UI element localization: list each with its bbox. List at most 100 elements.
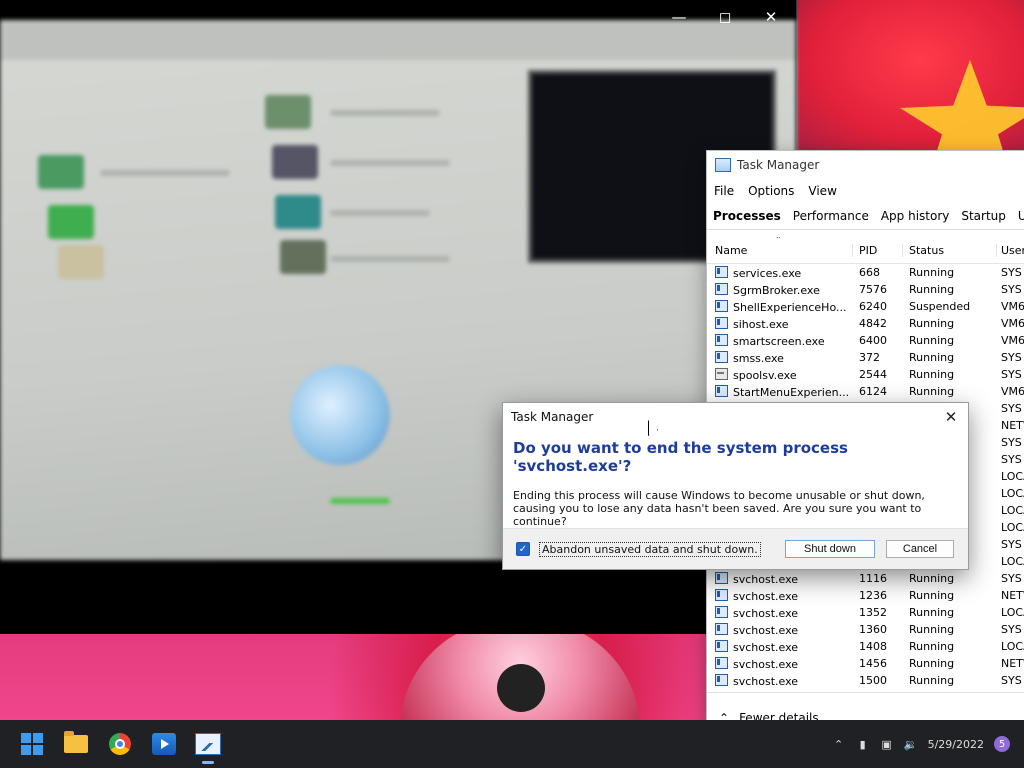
taskbar-date[interactable]: 5/29/2022	[928, 738, 984, 751]
process-name-cell: sihost.exe	[707, 316, 853, 331]
process-user: SYS	[1001, 402, 1022, 415]
video-thumbnail	[280, 240, 326, 274]
process-name-cell: svchost.exe	[707, 588, 853, 603]
table-row[interactable]: smartscreen.exe 6400 Running VM6	[707, 332, 1024, 349]
process-user: LOCA	[1001, 606, 1024, 619]
process-user: SYS	[1001, 572, 1022, 585]
maximize-icon[interactable]: ◻	[702, 0, 748, 34]
abandon-data-checkbox-label[interactable]: Abandon unsaved data and shut down.	[539, 541, 761, 557]
task-manager-icon[interactable]	[186, 722, 230, 766]
process-status: Running	[909, 317, 955, 330]
process-name: svchost.exe	[733, 640, 799, 654]
process-user: SYS	[1001, 436, 1022, 449]
chrome-icon[interactable]	[98, 722, 142, 766]
process-pid: 1500	[859, 674, 887, 687]
close-icon[interactable]: ✕	[940, 407, 962, 427]
table-row[interactable]: svchost.exe 1456 Running NETW	[707, 655, 1024, 672]
table-row[interactable]: ShellExperienceHo... 6240 Suspended VM6	[707, 298, 1024, 315]
abandon-data-checkbox[interactable]: ✓	[516, 542, 530, 556]
volume-icon[interactable]: 🔉	[904, 738, 918, 751]
process-user: LOCA	[1001, 470, 1024, 483]
process-status: Running	[909, 589, 955, 602]
windows-start-icon[interactable]	[10, 722, 54, 766]
table-row[interactable]: svchost.exe 1408 Running LOCA	[707, 638, 1024, 655]
close-icon[interactable]: ✕	[748, 0, 794, 34]
tab-performance[interactable]: Performance	[787, 203, 875, 229]
column-header-pid[interactable]: PID	[853, 243, 903, 257]
process-name-cell: smss.exe	[707, 350, 853, 365]
end-process-dialog[interactable]: Task Manager ✕ Do you want to end the sy…	[502, 402, 969, 570]
table-row[interactable]: StartMenuExperien... 6124 Running VM6	[707, 383, 1024, 400]
process-name-cell: svchost.exe	[707, 571, 853, 586]
minimize-icon[interactable]: —	[656, 0, 702, 34]
file-explorer-icon[interactable]	[54, 722, 98, 766]
menu-options[interactable]: Options	[748, 184, 794, 198]
dialog-title: Task Manager	[511, 410, 594, 424]
video-thumbnail	[265, 95, 311, 129]
tab-processes[interactable]: Processes	[707, 203, 787, 229]
process-pid: 1360	[859, 623, 887, 636]
process-status: Running	[909, 657, 955, 670]
video-thumbnail	[38, 155, 84, 189]
task-manager-menubar: File Options View	[707, 179, 1024, 203]
network-icon[interactable]: ▣	[880, 738, 894, 751]
process-pid: 372	[859, 351, 880, 364]
process-name: svchost.exe	[733, 572, 799, 586]
menu-view[interactable]: View	[808, 184, 836, 198]
process-name: spoolsv.exe	[733, 368, 797, 382]
process-icon	[715, 639, 728, 652]
table-row[interactable]: spoolsv.exe 2544 Running SYS	[707, 366, 1024, 383]
process-status: Running	[909, 385, 955, 398]
dialog-titlebar[interactable]: Task Manager ✕	[503, 403, 968, 431]
process-status: Running	[909, 368, 955, 381]
process-name-cell: svchost.exe	[707, 622, 853, 637]
process-icon	[715, 656, 728, 669]
process-icon	[715, 605, 728, 618]
process-pid: 1116	[859, 572, 887, 585]
process-user: LOCA	[1001, 555, 1024, 568]
process-status: Running	[909, 351, 955, 364]
table-row[interactable]: services.exe 668 Running SYS	[707, 264, 1024, 281]
cancel-button[interactable]: Cancel	[886, 540, 954, 558]
table-row[interactable]: svchost.exe 1352 Running LOCA	[707, 604, 1024, 621]
notification-badge[interactable]: 5	[994, 736, 1010, 752]
task-manager-title: Task Manager	[737, 158, 820, 172]
column-header-name[interactable]: Name	[707, 243, 853, 257]
task-manager-titlebar[interactable]: Task Manager	[707, 151, 1024, 179]
table-row[interactable]: svchost.exe 1116 Running SYS	[707, 570, 1024, 587]
tray-device-icon[interactable]: ▮	[856, 738, 870, 751]
video-player-icon[interactable]	[142, 722, 186, 766]
column-header-status[interactable]: Status	[903, 243, 997, 257]
tray-overflow-chevron-icon[interactable]: ⌃	[832, 738, 846, 751]
table-row[interactable]: svchost.exe 1360 Running SYS	[707, 621, 1024, 638]
video-thumbnail	[58, 245, 104, 279]
tab-users[interactable]: User	[1012, 203, 1024, 229]
tab-app-history[interactable]: App history	[875, 203, 956, 229]
process-pid: 2544	[859, 368, 887, 381]
table-row[interactable]: svchost.exe 1236 Running NETW	[707, 587, 1024, 604]
process-icon	[715, 571, 728, 584]
process-table-header: ⌃ Name PID Status User	[707, 237, 1024, 264]
process-user: VM6	[1001, 317, 1024, 330]
process-icon	[715, 673, 728, 686]
tab-startup[interactable]: Startup	[955, 203, 1012, 229]
process-status: Running	[909, 640, 955, 653]
process-user: LOCA	[1001, 504, 1024, 517]
process-pid: 1352	[859, 606, 887, 619]
process-name-cell: smartscreen.exe	[707, 333, 853, 348]
process-status: Suspended	[909, 300, 971, 313]
menu-file[interactable]: File	[714, 184, 734, 198]
table-row[interactable]: smss.exe 372 Running SYS	[707, 349, 1024, 366]
process-status: Running	[909, 266, 955, 279]
process-name: services.exe	[733, 266, 802, 280]
table-row[interactable]: SgrmBroker.exe 7576 Running SYS	[707, 281, 1024, 298]
process-icon	[715, 265, 728, 278]
table-row[interactable]: svchost.exe 1500 Running SYS	[707, 672, 1024, 689]
process-user: NETW	[1001, 589, 1024, 602]
video-thumbnail	[272, 145, 318, 179]
table-row[interactable]: sihost.exe 4842 Running VM6	[707, 315, 1024, 332]
shut-down-button[interactable]: Shut down	[785, 540, 875, 558]
process-name: svchost.exe	[733, 674, 799, 688]
dialog-body-text: Ending this process will cause Windows t…	[513, 489, 925, 528]
column-header-user[interactable]: User	[997, 244, 1024, 257]
